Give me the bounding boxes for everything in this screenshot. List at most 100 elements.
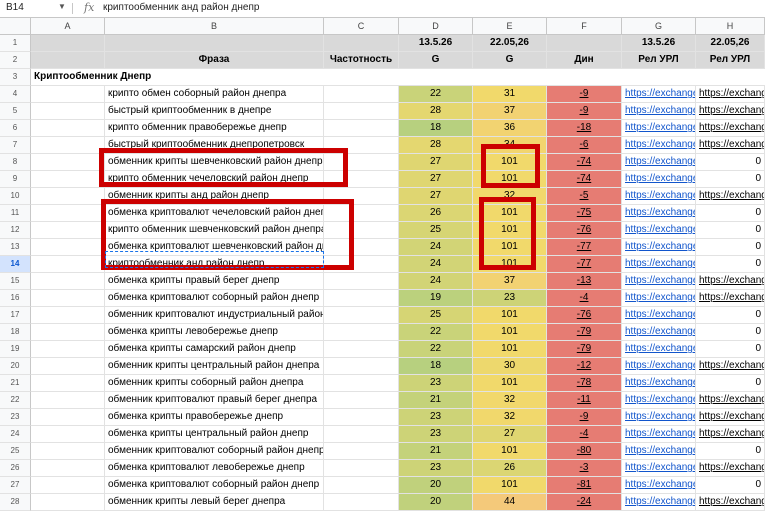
relevant-url-g-link[interactable]: https://exchange <box>622 205 696 222</box>
position-13-5-cell[interactable]: 21 <box>399 443 473 460</box>
row-number[interactable]: 6 <box>0 120 31 137</box>
phrase-cell[interactable]: обменка крипты левобережье днепр <box>105 324 324 341</box>
column-header-d[interactable]: D <box>399 18 473 35</box>
row-number[interactable]: 25 <box>0 443 31 460</box>
relevant-url-g-link[interactable]: https://exchange <box>622 477 696 494</box>
header-date-d[interactable]: 13.5.26 <box>399 35 473 52</box>
row-number[interactable]: 28 <box>0 494 31 511</box>
relevant-url-g-link[interactable]: https://exchange <box>622 103 696 120</box>
cell[interactable] <box>31 52 105 69</box>
row-number[interactable]: 26 <box>0 460 31 477</box>
position-13-5-cell[interactable]: 25 <box>399 222 473 239</box>
phrase-cell[interactable]: обменка криптовалют левобережье днепр <box>105 460 324 477</box>
header-dynamics[interactable]: Дин <box>547 52 622 69</box>
relevant-url-g-link[interactable]: https://exchange <box>622 171 696 188</box>
relevant-url-g-link[interactable]: https://exchange <box>622 409 696 426</box>
row-number[interactable]: 27 <box>0 477 31 494</box>
relevant-url-h-cell[interactable]: 0 <box>696 477 765 494</box>
column-header-a[interactable]: A <box>31 18 105 35</box>
row-number[interactable]: 15 <box>0 273 31 290</box>
position-22-05-cell[interactable]: 101 <box>473 324 547 341</box>
cell[interactable] <box>324 426 399 443</box>
cell[interactable] <box>324 358 399 375</box>
relevant-url-h-cell[interactable]: 0 <box>696 222 765 239</box>
relevant-url-h-link[interactable]: https://exchang <box>696 120 765 137</box>
row-number[interactable]: 7 <box>0 137 31 154</box>
header-date-h[interactable]: 22.05,26 <box>696 35 765 52</box>
position-22-05-cell[interactable]: 101 <box>473 256 547 273</box>
row-number[interactable]: 13 <box>0 239 31 256</box>
cell[interactable] <box>324 341 399 358</box>
header-frequency[interactable]: Частотность <box>324 52 399 69</box>
dynamics-cell[interactable]: -3 <box>547 460 622 477</box>
phrase-cell[interactable]: обменник крипты центральный район днепра <box>105 358 324 375</box>
position-22-05-cell[interactable]: 101 <box>473 375 547 392</box>
dynamics-cell[interactable]: -78 <box>547 375 622 392</box>
relevant-url-g-link[interactable]: https://exchange <box>622 256 696 273</box>
relevant-url-g-link[interactable]: https://exchange <box>622 154 696 171</box>
dynamics-cell[interactable]: -13 <box>547 273 622 290</box>
cell[interactable] <box>31 460 105 477</box>
cell[interactable] <box>31 239 105 256</box>
phrase-cell[interactable]: обменка криптовалют соборный район днепр <box>105 290 324 307</box>
relevant-url-h-link[interactable]: https://exchang <box>696 392 765 409</box>
relevant-url-h-cell[interactable]: 0 <box>696 205 765 222</box>
dynamics-cell[interactable]: -12 <box>547 358 622 375</box>
position-22-05-cell[interactable]: 36 <box>473 120 547 137</box>
phrase-cell[interactable]: обменка криптовалют чечеловский район дн… <box>105 205 324 222</box>
relevant-url-h-link[interactable]: https://exchang <box>696 103 765 120</box>
relevant-url-g-link[interactable]: https://exchange <box>622 307 696 324</box>
position-13-5-cell[interactable]: 24 <box>399 239 473 256</box>
position-13-5-cell[interactable]: 25 <box>399 307 473 324</box>
dynamics-cell[interactable]: -4 <box>547 290 622 307</box>
position-22-05-cell[interactable]: 101 <box>473 307 547 324</box>
row-number[interactable]: 23 <box>0 409 31 426</box>
position-13-5-cell[interactable]: 23 <box>399 375 473 392</box>
relevant-url-h-link[interactable]: https://exchang <box>696 409 765 426</box>
relevant-url-h-cell[interactable]: 0 <box>696 375 765 392</box>
relevant-url-h-link[interactable]: https://exchang <box>696 290 765 307</box>
cell[interactable] <box>31 222 105 239</box>
position-13-5-cell[interactable]: 19 <box>399 290 473 307</box>
position-22-05-cell[interactable]: 31 <box>473 86 547 103</box>
relevant-url-g-link[interactable]: https://exchange <box>622 120 696 137</box>
cell[interactable] <box>31 205 105 222</box>
position-13-5-cell[interactable]: 24 <box>399 273 473 290</box>
cell[interactable] <box>324 494 399 511</box>
phrase-cell[interactable]: обменка криптовалют шевченковский район … <box>105 239 324 256</box>
relevant-url-h-link[interactable]: https://exchang <box>696 358 765 375</box>
relevant-url-g-link[interactable]: https://exchange <box>622 222 696 239</box>
position-13-5-cell[interactable]: 27 <box>399 171 473 188</box>
row-number[interactable]: 2 <box>0 52 31 69</box>
cell[interactable] <box>324 103 399 120</box>
cell[interactable] <box>324 120 399 137</box>
cell[interactable] <box>324 137 399 154</box>
cell[interactable] <box>324 460 399 477</box>
cell[interactable] <box>31 256 105 273</box>
position-13-5-cell[interactable]: 27 <box>399 188 473 205</box>
relevant-url-h-cell[interactable]: 0 <box>696 307 765 324</box>
phrase-cell[interactable]: обменник крипты соборный район днепра <box>105 375 324 392</box>
cell[interactable] <box>31 426 105 443</box>
position-22-05-cell[interactable]: 101 <box>473 205 547 222</box>
cell[interactable] <box>31 307 105 324</box>
row-number[interactable]: 3 <box>0 69 31 86</box>
row-number[interactable]: 5 <box>0 103 31 120</box>
cell[interactable] <box>324 307 399 324</box>
relevant-url-g-link[interactable]: https://exchange <box>622 426 696 443</box>
position-22-05-cell[interactable]: 101 <box>473 239 547 256</box>
formula-input[interactable]: криптообменник анд район днепр <box>103 2 259 13</box>
row-number[interactable]: 22 <box>0 392 31 409</box>
relevant-url-g-link[interactable]: https://exchange <box>622 290 696 307</box>
cell[interactable] <box>31 137 105 154</box>
cell[interactable] <box>31 409 105 426</box>
phrase-cell[interactable]: обменник крипты анд район днепр <box>105 188 324 205</box>
phrase-cell[interactable]: крипто обменник шевченковский район днеп… <box>105 222 324 239</box>
phrase-cell[interactable]: обменник криптовалют правый берег днепра <box>105 392 324 409</box>
dynamics-cell[interactable]: -74 <box>547 154 622 171</box>
phrase-cell[interactable]: криптообменник анд район днепр <box>105 256 324 273</box>
row-number[interactable]: 19 <box>0 341 31 358</box>
relevant-url-g-link[interactable]: https://exchange <box>622 375 696 392</box>
dynamics-cell[interactable]: -6 <box>547 137 622 154</box>
dynamics-cell[interactable]: -74 <box>547 171 622 188</box>
